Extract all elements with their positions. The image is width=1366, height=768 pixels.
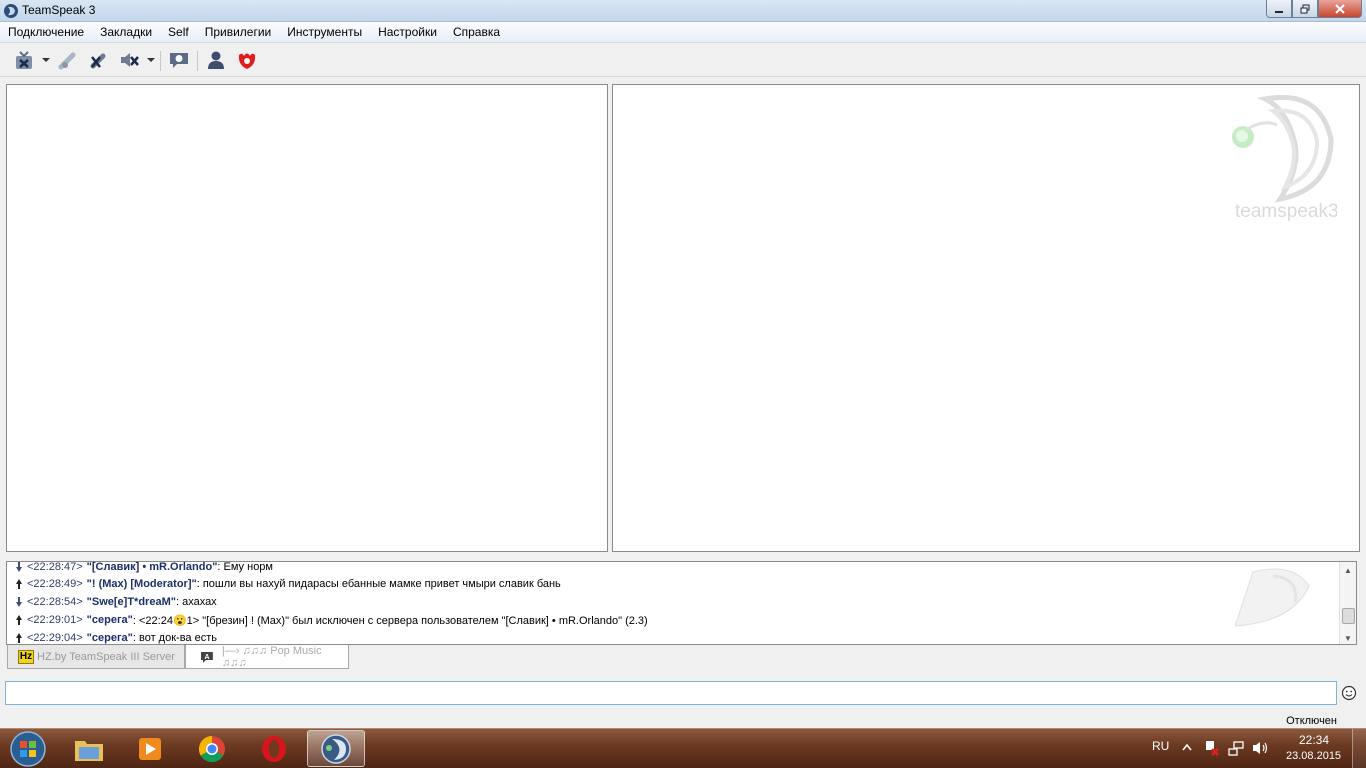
mute-speakers-dropdown-arrow[interactable]: [147, 58, 155, 62]
arrow-down-icon: [16, 597, 22, 607]
restore-button[interactable]: [1292, 0, 1318, 18]
menu-bar: Подключение Закладки Self Привилегии Инс…: [0, 22, 1366, 43]
ts-logo-icon: [238, 53, 256, 69]
chat-watermark-icon: [1234, 568, 1310, 627]
server-badge-icon: Hz: [18, 649, 34, 664]
tab-server-label: HZ.by TeamSpeak III Server: [37, 650, 175, 663]
restore-icon: [1300, 4, 1310, 13]
media-player-icon: [139, 737, 161, 760]
subscribe-chat-icon: [170, 53, 188, 68]
tab-channel[interactable]: A |—› ♫♫♫ Pop Music ♫♫♫: [185, 645, 349, 669]
disconnect-icon: [16, 51, 32, 69]
show-desktop-button[interactable]: [1352, 729, 1366, 768]
taskbar-media-player[interactable]: [121, 730, 179, 767]
action-center-icon[interactable]: [1204, 740, 1220, 756]
emoticon-icon[interactable]: [1341, 685, 1357, 701]
explorer-icon: [75, 740, 103, 761]
menu-tools[interactable]: Инструменты: [279, 22, 370, 43]
taskbar-opera[interactable]: [245, 730, 303, 767]
chat-log[interactable]: <22:28:47> "[Славик] • mR.Orlando" : Ему…: [6, 561, 1357, 645]
svg-text:A: A: [204, 653, 209, 660]
mute-microphone-button[interactable]: [87, 48, 111, 72]
title-bar: TeamSpeak 3: [0, 0, 1366, 22]
chat-line: <22:29:01> "серега" : <22:24😮1> "[брезин…: [15, 611, 648, 629]
arrow-up-icon: [16, 615, 22, 625]
disconnect-button[interactable]: [12, 48, 36, 72]
ts-logo-button[interactable]: [235, 48, 259, 72]
close-icon: [1335, 3, 1345, 14]
arrow-down-icon: [16, 562, 22, 572]
menu-bookmarks[interactable]: Закладки: [92, 22, 160, 43]
away-button[interactable]: [56, 48, 80, 72]
subscribe-chat-button[interactable]: [167, 48, 191, 72]
teamspeak-icon: [321, 733, 351, 764]
scroll-up-button[interactable]: ▲: [1340, 562, 1356, 578]
scroll-down-button[interactable]: ▼: [1340, 630, 1356, 644]
toolbar-separator: [197, 51, 198, 71]
mute-microphone-icon: [90, 53, 106, 69]
menu-permissions[interactable]: Привилегии: [197, 22, 280, 43]
watermark-text: teamspeak3: [1235, 201, 1337, 222]
window-title: TeamSpeak 3: [22, 3, 96, 17]
tab-channel-label: |—› ♫♫♫ Pop Music ♫♫♫: [221, 644, 322, 669]
chat-line: <22:28:54> "Swe[e]T*dreaM" : ахахах: [15, 593, 217, 611]
menu-settings[interactable]: Настройки: [370, 22, 445, 43]
arrow-up-icon: [16, 579, 22, 589]
network-icon[interactable]: [1228, 740, 1244, 756]
taskbar-teamspeak[interactable]: [307, 730, 365, 767]
tab-server[interactable]: Hz HZ.by TeamSpeak III Server: [7, 645, 185, 669]
volume-icon[interactable]: [1252, 740, 1270, 756]
close-button[interactable]: [1318, 0, 1362, 18]
taskbar-explorer[interactable]: [60, 730, 118, 767]
contacts-icon: [208, 51, 224, 69]
channel-chat-icon: A: [200, 651, 213, 663]
chat-input[interactable]: [5, 681, 1337, 705]
toolbar-separator: [160, 51, 161, 71]
minimize-button[interactable]: [1266, 0, 1292, 18]
taskbar-chrome[interactable]: [183, 730, 241, 767]
away-icon: [58, 52, 76, 70]
scroll-thumb[interactable]: [1342, 608, 1355, 624]
minimize-icon: [1275, 10, 1283, 13]
menu-help[interactable]: Справка: [445, 22, 508, 43]
menu-connections[interactable]: Подключение: [0, 22, 92, 43]
clock-date[interactable]: 23.08.2015: [1286, 750, 1341, 762]
server-tree-pane[interactable]: [6, 84, 608, 552]
clock-time[interactable]: 22:34: [1299, 733, 1329, 747]
chat-line: <22:28:49> "! (Max) [Moderator]" : пошли…: [15, 575, 561, 593]
menu-self[interactable]: Self: [160, 22, 197, 43]
opera-icon: [262, 735, 286, 762]
language-indicator[interactable]: RU: [1152, 739, 1169, 753]
chrome-icon: [198, 735, 225, 762]
mute-speakers-icon: [121, 53, 139, 67]
connection-status: Отключен: [1286, 715, 1337, 727]
chat-line: <22:29:04> "серега" : вот док-ва есть: [15, 629, 217, 644]
taskbar: RU 22:34 23.08.2015: [0, 728, 1366, 768]
start-button[interactable]: [4, 730, 48, 768]
arrow-up-icon: [16, 633, 22, 643]
disconnect-dropdown-arrow[interactable]: [42, 58, 50, 62]
chat-scrollbar[interactable]: ▲ ▼: [1339, 562, 1356, 644]
chat-line: <22:28:47> "[Славик] • mR.Orlando" : Ему…: [15, 562, 273, 576]
toolbar: [0, 43, 1366, 77]
mute-speakers-button[interactable]: [118, 48, 142, 72]
contacts-button[interactable]: [204, 48, 228, 72]
teamspeak-app-icon: [4, 4, 18, 18]
info-pane[interactable]: teamspeak3: [612, 84, 1360, 552]
show-hidden-icons-icon[interactable]: [1182, 743, 1192, 751]
teamspeak-watermark-icon: teamspeak3: [1232, 94, 1337, 222]
